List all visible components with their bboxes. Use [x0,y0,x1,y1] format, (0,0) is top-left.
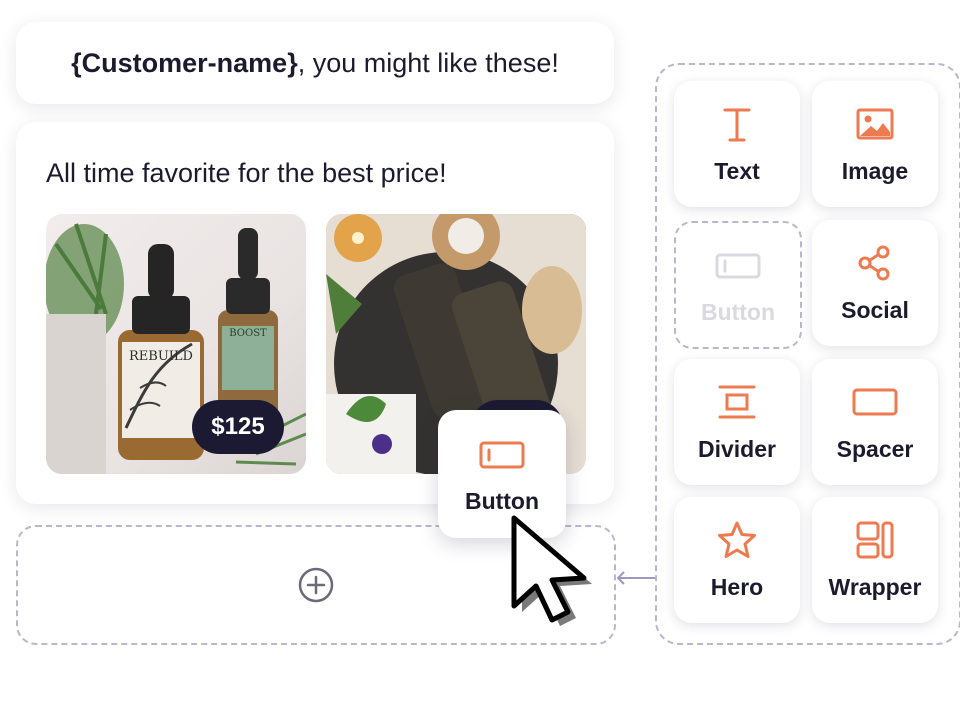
palette-item-divider[interactable]: Divider [674,359,800,485]
bottle-label-boost: BOOST [229,328,267,339]
palette-item-social[interactable]: Social [812,220,938,346]
palette-item-text[interactable]: Text [674,81,800,207]
customer-name-variable: {Customer-name} [71,47,298,78]
palette-item-hero[interactable]: Hero [674,497,800,623]
drag-arrow-icon [616,571,656,585]
palette-item-wrapper[interactable]: Wrapper [812,497,938,623]
product-heading: All time favorite for the best price! [46,158,447,188]
greeting-text: , you might like these! [297,47,559,78]
button-icon [479,441,525,468]
star-icon [718,521,756,558]
add-icon[interactable] [297,566,335,604]
palette-item-label: Text [714,157,760,184]
palette-item-label: Button [700,298,776,325]
share-icon [858,245,890,280]
spacer-icon [852,388,898,415]
palette-item-label: Hero [710,573,764,600]
palette-item-label: Social [841,296,909,323]
button-icon [715,253,761,278]
dragging-block-label: Button [464,487,540,514]
palette-item-image[interactable]: Image [812,81,938,207]
palette-item-button-placeholder[interactable]: Button [674,221,802,349]
wrapper-icon [856,521,894,558]
palette-item-label: Wrapper [828,573,922,600]
divider-icon [718,385,756,418]
block-palette: Text Image Button Social Divider Spacer … [655,63,960,645]
palette-item-spacer[interactable]: Spacer [812,359,938,485]
product-image-1: BOOST REBUILD $125 [46,214,306,474]
greeting-block[interactable]: {Customer-name}, you might like these! [16,22,614,104]
price-badge: $125 [192,400,284,454]
bottle-label-rebuild: REBUILD [129,349,193,364]
palette-item-label: Spacer [836,435,914,462]
text-icon [723,108,751,141]
palette-item-label: Image [841,157,909,184]
mouse-cursor-icon [511,515,592,626]
image-icon [856,108,894,139]
palette-item-label: Divider [698,435,776,462]
